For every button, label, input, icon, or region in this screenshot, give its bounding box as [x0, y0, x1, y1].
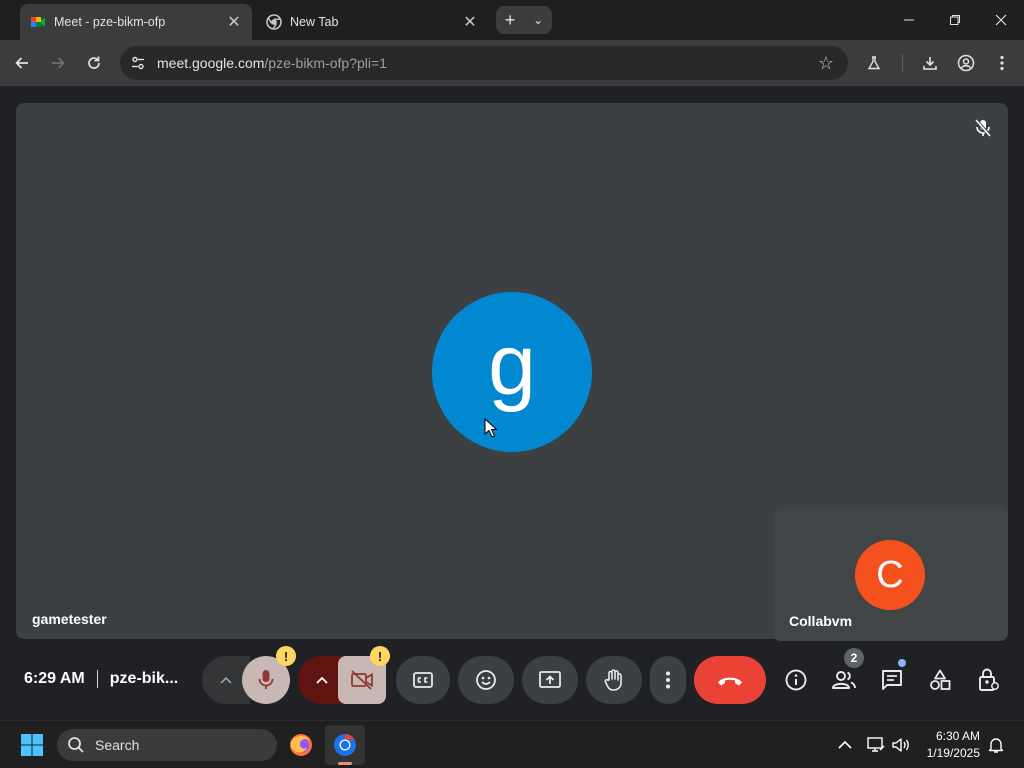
reactions-button[interactable]: [458, 656, 514, 704]
divider: [96, 670, 98, 688]
system-clock[interactable]: 6:30 AM 1/19/2025: [927, 728, 980, 762]
people-icon: [832, 671, 856, 689]
end-call-icon: [718, 677, 742, 686]
camera-warning-icon: !: [370, 646, 390, 666]
closed-captions-icon: [413, 672, 433, 688]
info-icon: [785, 669, 807, 691]
chat-icon: [882, 670, 902, 690]
meeting-info-text: 6:29 AM pze-bik...: [24, 670, 178, 688]
self-name: Collabvm: [789, 613, 853, 629]
chrome-icon: [266, 14, 282, 30]
labs-flask-icon[interactable]: [860, 49, 888, 77]
taskbar-search-box[interactable]: Search: [57, 729, 277, 761]
raise-hand-button[interactable]: [586, 656, 642, 704]
search-label: Search: [95, 737, 140, 753]
back-arrow-icon[interactable]: [8, 49, 36, 77]
forward-arrow-icon[interactable]: [44, 49, 72, 77]
meeting-controls: 6:29 AM pze-bik... ! ! 2: [0, 642, 1024, 720]
tab-title: Meet - pze-bikm-ofp: [54, 15, 166, 29]
emoji-icon: [476, 670, 496, 690]
new-tab-plus-icon[interactable]: +: [505, 10, 516, 31]
main-participant-tile[interactable]: g gametester C Collabvm: [16, 103, 1008, 641]
camera-off-icon: [351, 670, 373, 690]
video-control-group: !: [298, 646, 390, 704]
minimize-icon[interactable]: [886, 0, 932, 40]
firefox-app-icon[interactable]: [281, 725, 321, 765]
chrome-app-icon[interactable]: [325, 725, 365, 765]
tab-title: New Tab: [290, 15, 339, 29]
toolbar-divider: [902, 54, 903, 72]
google-meet-icon: [30, 14, 46, 30]
reload-icon[interactable]: [80, 49, 108, 77]
meeting-time: 6:29 AM: [24, 670, 85, 687]
activities-button[interactable]: [916, 656, 964, 704]
microphone-icon: [258, 670, 274, 689]
captions-button[interactable]: [396, 656, 450, 704]
meet-page: g gametester C Collabvm 6:29 AM pze-bik.…: [0, 86, 1024, 720]
present-screen-button[interactable]: [522, 656, 578, 704]
host-lock-icon: [979, 668, 999, 691]
people-button[interactable]: 2: [820, 648, 868, 704]
mic-muted-icon: [972, 117, 994, 139]
unread-dot: [898, 659, 906, 667]
tray-overflow-chevron-icon[interactable]: [835, 735, 855, 755]
search-icon: [68, 737, 84, 753]
site-settings-icon[interactable]: [128, 53, 148, 73]
close-window-icon[interactable]: [978, 0, 1024, 40]
tab-new-tab[interactable]: New Tab ✕: [256, 4, 488, 40]
windows-start-icon[interactable]: [12, 725, 52, 765]
participant-name: gametester: [32, 611, 107, 627]
bookmark-star-icon[interactable]: ☆: [818, 53, 834, 74]
tab-close-icon[interactable]: ✕: [460, 12, 480, 32]
raise-hand-icon: [604, 669, 622, 691]
mouse-cursor-icon: [484, 417, 498, 443]
participant-count-badge: 2: [844, 648, 864, 668]
clock-date: 1/19/2025: [926, 746, 980, 760]
present-screen-icon: [539, 671, 561, 688]
download-icon[interactable]: [916, 49, 944, 77]
clock-time: 6:30 AM: [935, 729, 980, 743]
self-view-tile[interactable]: C Collabvm: [773, 508, 1008, 641]
chat-button[interactable]: [868, 656, 916, 704]
profile-icon[interactable]: [952, 49, 980, 77]
volume-icon[interactable]: [891, 735, 911, 755]
tab-close-icon[interactable]: ✕: [224, 12, 244, 32]
windows-taskbar: Search 6:30 AM 1/19/2025: [0, 720, 1024, 768]
leave-call-button[interactable]: [694, 656, 766, 704]
browser-menu-icon[interactable]: [988, 49, 1016, 77]
browser-toolbar: meet.google.com/pze-bikm-ofp?pli=1 ☆: [0, 40, 1024, 86]
mic-warning-icon: !: [276, 646, 296, 666]
activities-shapes-icon: [930, 669, 951, 690]
browser-tab-strip: Meet - pze-bikm-ofp ✕ New Tab ✕ + ⌄: [0, 0, 1024, 40]
tab-meet[interactable]: Meet - pze-bikm-ofp ✕: [20, 4, 252, 40]
meeting-details-button[interactable]: [772, 656, 820, 704]
url-text: meet.google.com/pze-bikm-ofp?pli=1: [157, 55, 387, 71]
meeting-code: pze-bik...: [109, 670, 179, 687]
notification-bell-icon[interactable]: [986, 735, 1006, 755]
active-app-indicator: [338, 762, 352, 765]
more-vert-icon: [666, 671, 670, 689]
self-avatar: C: [855, 540, 925, 610]
more-options-button[interactable]: [650, 656, 686, 704]
address-bar[interactable]: meet.google.com/pze-bikm-ofp?pli=1 ☆: [120, 46, 848, 80]
tab-search-chevron-icon[interactable]: ⌄: [533, 13, 543, 27]
participant-avatar: g: [432, 292, 592, 452]
audio-control-group: !: [202, 646, 296, 704]
host-controls-button[interactable]: [964, 656, 1012, 704]
network-icon[interactable]: [866, 735, 886, 755]
restore-icon[interactable]: [932, 0, 978, 40]
new-tab-group: + ⌄: [496, 6, 552, 34]
